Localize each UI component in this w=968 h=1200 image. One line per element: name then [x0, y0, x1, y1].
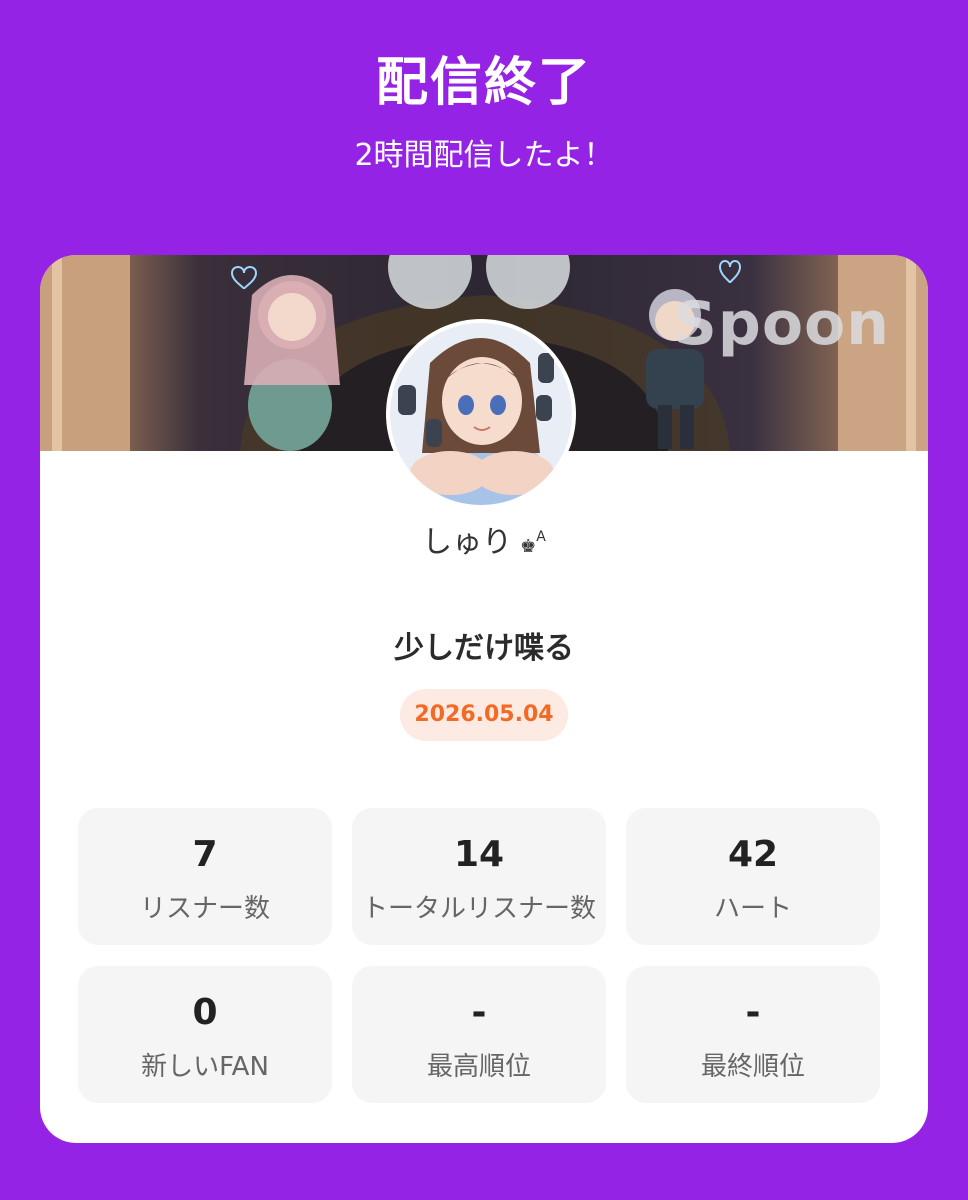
stat-value: 0 [192, 992, 218, 1033]
stat-new-fans: 0 新しいFAN [78, 966, 332, 1103]
stat-value: 42 [727, 834, 779, 875]
stat-highest-rank: - 最高順位 [352, 966, 606, 1103]
stat-value: 7 [192, 834, 218, 875]
stat-label: リスナー数 [139, 894, 270, 924]
stat-label: 最高順位 [426, 1052, 531, 1082]
stat-value: 14 [453, 834, 505, 875]
username: しゅり [422, 525, 513, 560]
broadcast-title: 少しだけ喋る [394, 631, 574, 666]
stat-listeners: 7 リスナー数 [78, 808, 332, 945]
avatar[interactable] [386, 319, 576, 509]
stat-label: ハート [713, 894, 792, 924]
avatar-image [390, 323, 572, 505]
stat-hearts: 42 ハート [626, 808, 880, 945]
stat-label: 新しいFAN [141, 1052, 269, 1082]
stat-final-rank: - 最終順位 [626, 966, 880, 1103]
stat-total-listeners: 14 トータルリスナー数 [352, 808, 606, 945]
stat-value: - [745, 992, 761, 1033]
date-badge: 2026.05.04 [400, 689, 568, 741]
badge-letter: A [536, 529, 546, 545]
stat-label: トータルリスナー数 [361, 894, 596, 924]
username-row: しゅり ♚A [40, 517, 928, 561]
page-subtitle: 2時間配信したよ！ [354, 138, 614, 173]
crown-icon: ♚ [520, 536, 537, 557]
stat-value: - [471, 992, 487, 1033]
stat-label: 最終順位 [700, 1052, 805, 1082]
page-title: 配信終了 [375, 53, 592, 113]
broadcast-summary-card: Spoon しゅり ♚A 少しだけ喋る 2026.05.04 7 リスナー数 1… [40, 255, 928, 1143]
spoon-logo: Spoon [673, 289, 890, 359]
